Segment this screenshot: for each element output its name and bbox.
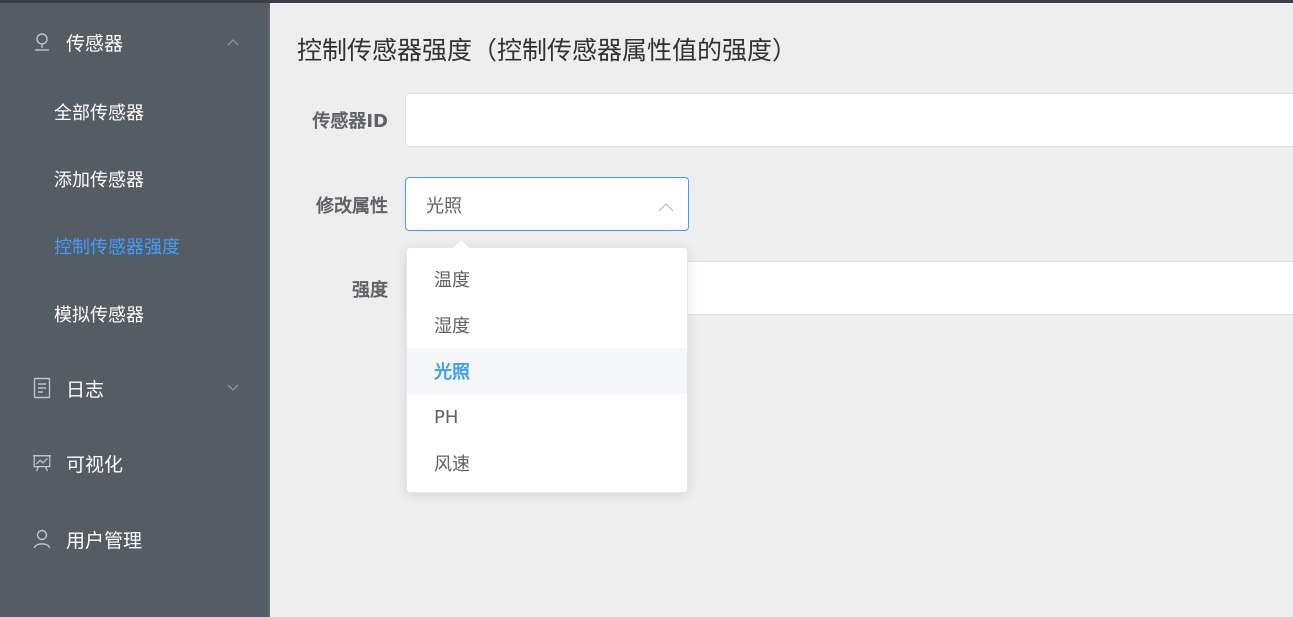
option-humidity[interactable]: 湿度 <box>407 302 687 348</box>
option-wind-speed[interactable]: 风速 <box>407 440 687 486</box>
log-document-icon <box>32 377 52 399</box>
attribute-label: 修改属性 <box>316 196 388 217</box>
sensor-icon <box>32 32 52 52</box>
chevron-down-icon <box>226 381 240 395</box>
main-content: 控制传感器强度（控制传感器属性值的强度） 传感器ID 修改属性 光照 强度 温度… <box>270 3 1293 617</box>
sensor-id-input[interactable] <box>405 93 1293 147</box>
sidebar: 传感器 全部传感器 添加传感器 控制传感器强度 模拟传感器 日志 可视化 用户管… <box>0 3 270 617</box>
menu-user-management-label: 用户管理 <box>66 529 143 552</box>
menu-sensors-label: 传感器 <box>66 32 124 55</box>
option-ph[interactable]: PH <box>407 394 687 440</box>
sidebar-item-control-strength[interactable]: 控制传感器强度 <box>0 218 268 274</box>
attribute-select[interactable]: 光照 <box>405 177 689 231</box>
option-light[interactable]: 光照 <box>407 348 687 394</box>
menu-sensors[interactable]: 传感器 <box>0 14 268 70</box>
chart-board-icon <box>32 453 52 473</box>
sidebar-item-label: 模拟传感器 <box>54 305 144 326</box>
sidebar-item-label: 控制传感器强度 <box>54 237 180 258</box>
sidebar-item-add-sensor[interactable]: 添加传感器 <box>0 151 268 207</box>
menu-user-management[interactable]: 用户管理 <box>0 511 268 567</box>
attribute-select-value: 光照 <box>426 196 462 217</box>
menu-logs[interactable]: 日志 <box>0 360 268 416</box>
menu-logs-label: 日志 <box>66 378 105 401</box>
dropdown-caret <box>452 238 470 256</box>
menu-visualization-label: 可视化 <box>66 453 124 476</box>
attribute-dropdown: 温度 湿度 光照 PH 风速 <box>406 238 688 493</box>
sidebar-item-label: 添加传感器 <box>54 170 144 191</box>
sensor-id-label: 传感器ID <box>312 111 388 132</box>
user-icon <box>32 529 52 549</box>
strength-label: 强度 <box>352 280 388 301</box>
sidebar-item-all-sensors[interactable]: 全部传感器 <box>0 84 268 140</box>
page-title: 控制传感器强度（控制传感器属性值的强度） <box>297 36 798 65</box>
sidebar-item-simulate-sensor[interactable]: 模拟传感器 <box>0 286 268 342</box>
menu-visualization[interactable]: 可视化 <box>0 435 268 491</box>
option-temperature[interactable]: 温度 <box>407 256 687 302</box>
chevron-up-icon <box>226 35 240 49</box>
sidebar-item-label: 全部传感器 <box>54 103 144 124</box>
chevron-up-icon <box>658 197 674 213</box>
